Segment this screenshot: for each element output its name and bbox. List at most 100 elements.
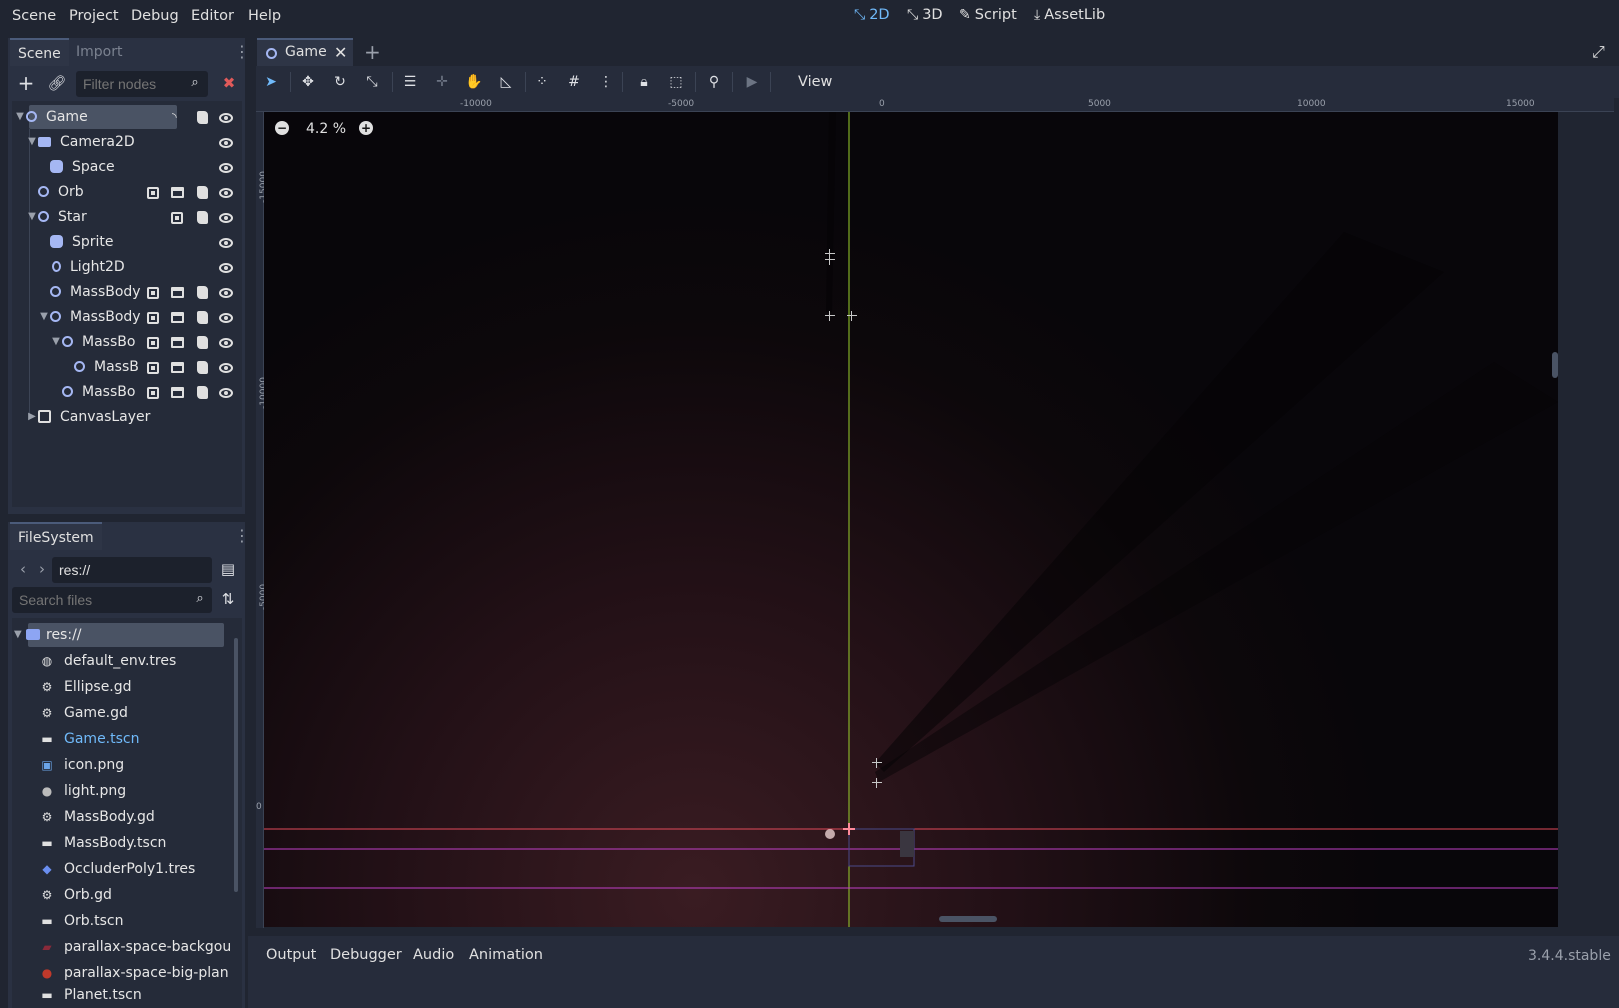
tree-node-camera2d[interactable]: ▼ Camera2D	[26, 129, 135, 154]
file-tree-scrollbar[interactable]	[234, 638, 238, 892]
visibility-eye-icon[interactable]	[219, 313, 233, 323]
3d-mode-button[interactable]: ⤡ 3D	[907, 7, 943, 23]
menu-help[interactable]: Help	[248, 8, 281, 24]
file-item[interactable]: ⚙ Game.gd	[40, 700, 128, 725]
tree-node-massbo-1[interactable]: ▼ MassBo	[50, 329, 135, 354]
rotate-mode-icon[interactable]: ↻	[328, 70, 352, 94]
tab-audio[interactable]: Audio	[413, 947, 454, 963]
zoom-in-icon[interactable]: +	[359, 121, 373, 135]
open-scene-icon[interactable]	[171, 287, 184, 298]
node-position-gizmo[interactable]	[872, 778, 882, 788]
group-icon[interactable]	[147, 362, 159, 374]
file-item[interactable]: ▬ MassBody.tscn	[40, 830, 166, 855]
file-item-res-root[interactable]: ▼ res://	[14, 622, 82, 647]
chevron-down-icon[interactable]: ▼	[14, 111, 26, 122]
chevron-right-icon[interactable]: ▶	[26, 411, 38, 422]
file-item[interactable]: ⚙ Ellipse.gd	[40, 674, 132, 699]
open-scene-icon[interactable]	[171, 387, 184, 398]
fullscreen-icon[interactable]: ⤢	[1592, 42, 1605, 62]
group-icon[interactable]	[147, 387, 159, 399]
scale-mode-icon[interactable]: ⤡	[360, 70, 384, 94]
search-files-input[interactable]	[12, 587, 212, 613]
group-icon[interactable]	[171, 212, 183, 224]
tab-output[interactable]: Output	[266, 947, 316, 963]
tree-node-orb[interactable]: Orb	[38, 179, 84, 204]
list-select-icon[interactable]: ☰	[398, 70, 422, 94]
visibility-eye-icon[interactable]	[219, 188, 233, 198]
assetlib-mode-button[interactable]: ⤓ AssetLib	[1034, 7, 1105, 23]
group-icon[interactable]	[147, 287, 159, 299]
file-item[interactable]: ◆ OccluderPoly1.tres	[40, 856, 195, 881]
script-icon[interactable]	[197, 286, 208, 299]
file-item[interactable]: ⚙ MassBody.gd	[40, 804, 155, 829]
visibility-eye-icon[interactable]	[219, 288, 233, 298]
snap-options-icon[interactable]: ⋮	[594, 70, 618, 94]
file-item[interactable]: ⚙ Orb.gd	[40, 882, 112, 907]
script-icon[interactable]	[197, 186, 208, 199]
filesystem-menu-icon[interactable]: ⋮	[234, 526, 250, 545]
grid-snap-icon[interactable]: #	[562, 70, 586, 94]
signal-icon[interactable]: ◝	[172, 111, 184, 123]
vertical-scrollbar[interactable]	[1552, 352, 1558, 378]
skeleton-icon[interactable]: ⚲	[702, 70, 726, 94]
script-icon[interactable]	[197, 361, 208, 374]
visibility-eye-icon[interactable]	[219, 388, 233, 398]
menu-editor[interactable]: Editor	[191, 8, 234, 24]
tab-filesystem[interactable]: FileSystem	[10, 522, 102, 550]
split-view-icon[interactable]: ▤	[217, 558, 239, 580]
group-icon[interactable]	[147, 337, 159, 349]
visibility-eye-icon[interactable]	[219, 138, 233, 148]
tab-debugger[interactable]: Debugger	[330, 947, 402, 963]
script-icon[interactable]	[197, 211, 208, 224]
visibility-eye-icon[interactable]	[219, 338, 233, 348]
tree-node-game[interactable]: ▼ Game	[14, 104, 88, 129]
select-mode-icon[interactable]: ➤	[259, 70, 283, 94]
pivot-mode-icon[interactable]: ✛	[430, 70, 454, 94]
forward-arrow-icon[interactable]: ›	[31, 558, 53, 580]
move-mode-icon[interactable]: ✥	[296, 70, 320, 94]
visibility-eye-icon[interactable]	[219, 263, 233, 273]
file-item[interactable]: ● parallax-space-big-plan	[40, 960, 229, 985]
zoom-out-icon[interactable]: −	[275, 121, 289, 135]
scene-tab-game[interactable]: Game ✕	[257, 38, 353, 66]
group-select-icon[interactable]: ⬚	[664, 70, 688, 94]
script-icon[interactable]	[197, 111, 208, 124]
visibility-eye-icon[interactable]	[219, 163, 233, 173]
horizontal-scrollbar[interactable]	[939, 916, 997, 922]
chevron-down-icon[interactable]: ▼	[14, 629, 26, 640]
zoom-level[interactable]: 4.2 %	[306, 121, 346, 137]
sort-icon[interactable]: ⇅	[217, 588, 239, 610]
tree-node-canvaslayer[interactable]: ▶ CanvasLayer	[26, 404, 150, 429]
tree-node-massbody-1[interactable]: MassBody	[50, 279, 141, 304]
2d-mode-button[interactable]: ⤡ 2D	[854, 7, 890, 23]
chevron-down-icon[interactable]: ▼	[26, 211, 38, 222]
visibility-eye-icon[interactable]	[219, 363, 233, 373]
file-item[interactable]: ● light.png	[40, 778, 126, 803]
visibility-eye-icon[interactable]	[219, 213, 233, 223]
lock-icon[interactable]: 🔒︎	[632, 70, 656, 94]
tree-node-massbody-2[interactable]: ▼ MassBody	[38, 304, 140, 329]
pan-mode-icon[interactable]: ✋	[462, 70, 486, 94]
chevron-down-icon[interactable]: ▼	[26, 136, 38, 147]
node-position-gizmo[interactable]	[825, 255, 835, 265]
open-scene-icon[interactable]	[171, 187, 184, 198]
tab-animation[interactable]: Animation	[469, 947, 543, 963]
script-icon[interactable]	[197, 336, 208, 349]
file-item[interactable]: ◍ default_env.tres	[40, 648, 177, 673]
node-position-gizmo[interactable]	[872, 758, 882, 768]
path-field[interactable]	[52, 557, 212, 583]
add-node-icon[interactable]: +	[15, 72, 37, 94]
group-icon[interactable]	[147, 187, 159, 199]
visibility-eye-icon[interactable]	[219, 113, 233, 123]
add-scene-tab-icon[interactable]: +	[364, 40, 381, 64]
tree-node-star[interactable]: ▼ Star	[26, 204, 87, 229]
script-mode-button[interactable]: ✎ Script	[959, 7, 1017, 23]
tree-node-space[interactable]: Space	[50, 154, 115, 179]
menu-debug[interactable]: Debug	[131, 8, 179, 24]
menu-project[interactable]: Project	[69, 8, 119, 24]
file-item[interactable]: ▬ Planet.tscn	[40, 986, 141, 1004]
menu-scene[interactable]: Scene	[12, 8, 56, 24]
view-menu[interactable]: View	[798, 74, 832, 90]
chevron-down-icon[interactable]: ▼	[50, 336, 62, 347]
group-icon[interactable]	[147, 312, 159, 324]
